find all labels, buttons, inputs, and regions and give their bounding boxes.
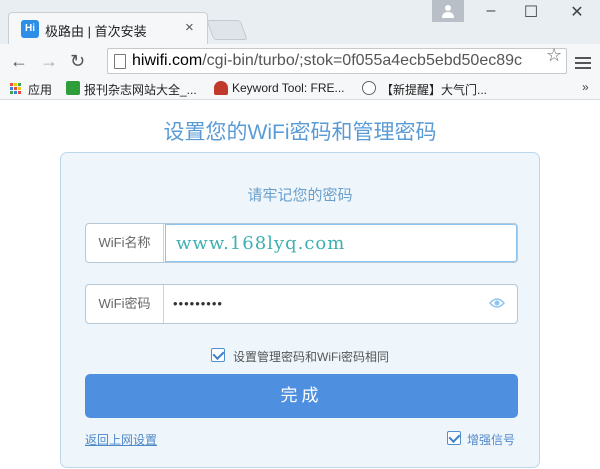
back-button[interactable]: ← [10, 51, 28, 71]
wifi-name-field: WiFi名称 www.168lyq.com [85, 223, 518, 263]
url-host: hiwifi.com [132, 52, 203, 69]
bookmarks-bar: 应用 报刊杂志网站大全_... Keyword Tool: FRE... 【新提… [0, 78, 600, 100]
browser-tab-strip: Hi 极路由 | 首次安装 × – ☐ ✕ [0, 0, 600, 44]
address-bar[interactable]: hiwifi.com/cgi-bin/turbo/;stok=0f055a4ec… [107, 48, 567, 74]
page-title: 设置您的WiFi密码和管理密码 [163, 121, 437, 144]
bookmark-apps[interactable]: 应用 [28, 81, 52, 98]
user-icon [442, 5, 454, 18]
tab-close-icon[interactable]: × [185, 19, 194, 36]
bookmark-item[interactable]: 报刊杂志网站大全_... [84, 81, 197, 98]
show-password-eye-icon[interactable] [489, 297, 505, 309]
wifi-name-input[interactable]: www.168lyq.com [165, 224, 517, 262]
wifi-password-field: WiFi密码 ••••••••• [85, 284, 518, 324]
reload-button[interactable]: ↻ [70, 51, 85, 71]
page-icon [114, 54, 126, 69]
close-window-button[interactable]: ✕ [562, 2, 592, 22]
sync-password-label: 设置管理密码和WiFi密码相同 [233, 350, 389, 364]
forward-button[interactable]: → [40, 51, 58, 71]
maximize-button[interactable]: ☐ [516, 2, 546, 22]
bookmark-star-icon[interactable]: ☆ [546, 45, 562, 66]
bookmark-item[interactable]: 【新提醒】大气门... [381, 81, 487, 98]
wordpress-icon [362, 81, 376, 95]
apps-grid-icon[interactable] [10, 83, 22, 95]
back-to-network-settings-link[interactable]: 返回上网设置 [85, 431, 157, 448]
card-subtitle: 请牢记您的密码 [247, 187, 353, 204]
enhance-signal-checkbox[interactable] [447, 431, 461, 445]
wifi-password-label: WiFi密码 [86, 285, 164, 323]
minimize-button[interactable]: – [476, 2, 506, 20]
new-tab-button[interactable] [206, 20, 248, 40]
url-path: /cgi-bin/turbo/;stok=0f055a4ecb5ebd50ec8… [202, 52, 523, 69]
profile-button[interactable] [432, 0, 464, 22]
sync-password-checkbox[interactable] [211, 348, 225, 362]
menu-icon[interactable] [575, 57, 591, 72]
hiwifi-logo-icon: Hi [21, 20, 39, 38]
finish-button[interactable]: 完成 [85, 374, 518, 418]
bookmarks-more-button[interactable]: » [582, 80, 589, 94]
browser-tab[interactable]: Hi 极路由 | 首次安装 × [8, 12, 208, 44]
setup-card: 请牢记您的密码 WiFi名称 www.168lyq.com WiFi密码 •••… [60, 152, 540, 468]
keyword-tool-icon [214, 81, 228, 95]
bookmark-favicon-icon [66, 81, 80, 95]
tab-title: 极路由 | 首次安装 [45, 24, 147, 39]
url-text: hiwifi.com/cgi-bin/turbo/;stok=0f055a4ec… [132, 52, 522, 70]
browser-toolbar: ← → ↻ hiwifi.com/cgi-bin/turbo/;stok=0f0… [0, 44, 600, 78]
wifi-password-input[interactable]: ••••••••• [165, 285, 517, 323]
bookmark-item[interactable]: Keyword Tool: FRE... [232, 81, 345, 95]
wifi-name-label: WiFi名称 [86, 224, 164, 262]
enhance-signal-label: 增强信号 [467, 433, 516, 447]
